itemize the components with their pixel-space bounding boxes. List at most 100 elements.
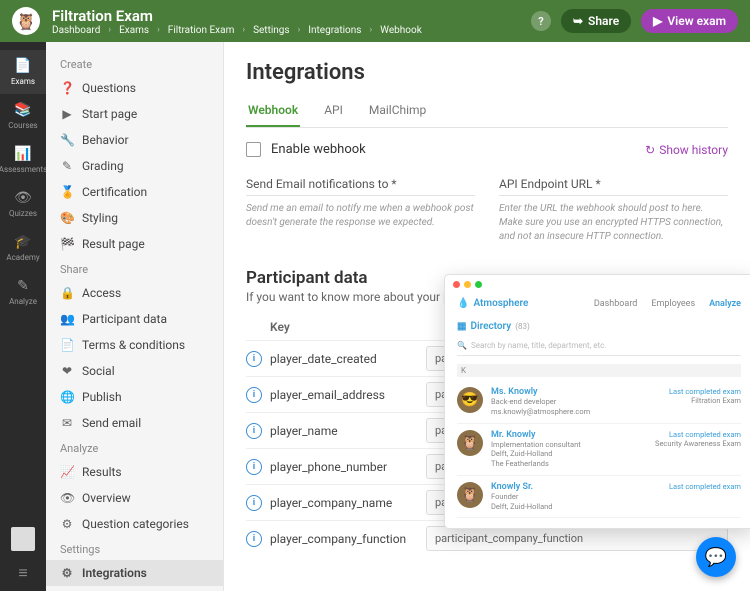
sidebar-item-send-email[interactable]: ✉Send email (46, 410, 223, 436)
sidebar-item-publish[interactable]: 🌐Publish (46, 384, 223, 410)
academy-icon: 🎓 (14, 234, 31, 250)
tabs: Webhook API MailChimp (246, 95, 728, 128)
chat-icon: 💬 (705, 547, 727, 568)
sidebar-item-grading[interactable]: ✎Grading (46, 153, 223, 179)
sidebar-item-styling[interactable]: 🎨Styling (46, 205, 223, 231)
help-button[interactable]: ? (531, 11, 551, 31)
overlay-nav: Dashboard Employees Analyze (594, 299, 741, 309)
sidebar-item-label: Question categories (82, 517, 189, 531)
sidebar-group-title: Share (46, 257, 223, 280)
sidebar-item-label: Styling (82, 211, 118, 225)
rail-item-quizzes[interactable]: 👁Quizzes (0, 182, 46, 226)
overlay-nav-item[interactable]: Analyze (709, 299, 741, 309)
droplet-icon: 💧 (457, 298, 469, 309)
enable-webhook-checkbox[interactable] (246, 142, 261, 157)
rail-item-academy[interactable]: 🎓 Academy (0, 226, 46, 270)
exams-icon: 📄 (14, 58, 31, 74)
breadcrumb-item[interactable]: Webhook (380, 25, 422, 36)
row-key: player_company_name (270, 496, 426, 510)
breadcrumb-item[interactable]: Settings (253, 25, 290, 36)
sidebar-item-label: Participant data (82, 312, 167, 326)
overlay-nav-item[interactable]: Dashboard (594, 299, 638, 309)
rail-label: Academy (6, 253, 39, 262)
avatar: 🦉 (457, 430, 483, 456)
sidebar-item-certification[interactable]: 🏅Certification (46, 179, 223, 205)
tab-api[interactable]: API (322, 95, 345, 127)
row-label-input[interactable] (426, 526, 728, 551)
directory-heading[interactable]: ▦Directory (83) (457, 321, 741, 332)
page-title: Integrations (246, 60, 728, 85)
sidebar-item-questions[interactable]: ❓Questions (46, 75, 223, 101)
sidebar-item-icon: ✎ (60, 159, 74, 173)
sidebar-item-results[interactable]: 📈Results (46, 459, 223, 485)
sidebar-item-start-page[interactable]: ▶Start page (46, 101, 223, 127)
tab-webhook[interactable]: Webhook (246, 95, 300, 127)
chat-fab[interactable]: 💬 (696, 537, 736, 577)
rail-item-exams[interactable]: 📄 Exams (0, 50, 46, 94)
rail-label: Exams (11, 77, 35, 86)
sidebar-item-label: Terms & conditions (82, 338, 185, 352)
view-exam-button[interactable]: ▶View exam (641, 9, 738, 33)
row-key: player_company_function (270, 532, 426, 546)
info-icon[interactable]: i (246, 423, 262, 439)
info-icon[interactable]: i (246, 495, 262, 511)
sidebar-item-notifications[interactable]: 🔔Notifications (46, 586, 223, 591)
chevron-right-icon: › (242, 25, 245, 35)
sidebar-item-overview[interactable]: 👁 Overview (46, 485, 223, 511)
app-logo[interactable]: 🦉 (12, 7, 40, 35)
sidebar-item-integrations[interactable]: ⚙Integrations (46, 560, 223, 586)
sidebar-item-result-page[interactable]: 🏁Result page (46, 231, 223, 257)
sidebar-item-icon: ⚙ (60, 517, 74, 531)
rail-label: Courses (8, 121, 37, 130)
person-row[interactable]: 🦉Mr. KnowlyImplementation consultantDelf… (457, 424, 741, 476)
info-icon[interactable]: i (246, 459, 262, 475)
menu-icon[interactable]: ≡ (18, 563, 27, 583)
breadcrumb-item[interactable]: Dashboard (52, 25, 100, 36)
person-meta: Back-end developerms.knowly@atmosphere.c… (491, 397, 661, 417)
sidebar-item-label: Start page (82, 107, 137, 121)
sidebar-item-label: Send email (82, 416, 141, 430)
search-icon: 🔍 (457, 341, 467, 350)
sidebar-item-question-categories[interactable]: ⚙ Question categories (46, 511, 223, 537)
overlay-search[interactable]: 🔍Search by name, title, department, etc. (457, 338, 741, 356)
sidebar-item-icon: 👁 (60, 491, 74, 505)
breadcrumb-item[interactable]: Integrations (308, 25, 361, 36)
sidebar-item-terms-conditions[interactable]: 📄Terms & conditions (46, 332, 223, 358)
sidebar-item-icon: 🔒 (60, 286, 74, 300)
close-dot[interactable] (453, 281, 460, 288)
letter-divider: K (457, 364, 741, 377)
sidebar-item-behavior[interactable]: 🔧Behavior (46, 127, 223, 153)
person-row[interactable]: 😎Ms. KnowlyBack-end developerms.knowly@a… (457, 381, 741, 424)
sidebar-item-label: Overview (82, 491, 131, 505)
max-dot[interactable] (475, 281, 482, 288)
last-exam-label: Last completed exam (669, 387, 741, 396)
rail-item-courses[interactable]: 📚Courses (0, 94, 46, 138)
overlay-nav-item[interactable]: Employees (651, 299, 695, 309)
sidebar-item-participant-data[interactable]: 👥Participant data (46, 306, 223, 332)
info-icon[interactable]: i (246, 351, 262, 367)
sidebar-group-title: Analyze (46, 436, 223, 459)
info-icon[interactable]: i (246, 387, 262, 403)
tab-mailchimp[interactable]: MailChimp (367, 95, 428, 127)
show-history-link[interactable]: ↻Show history (645, 143, 728, 157)
rail-item-assessments[interactable]: 📊Assessments (0, 138, 46, 182)
breadcrumb-item[interactable]: Filtration Exam (168, 25, 235, 36)
sidebar-group-title: Create (46, 52, 223, 75)
sidebar-item-access[interactable]: 🔒Access (46, 280, 223, 306)
rail-item-analyze[interactable]: ✎Analyze (0, 270, 46, 314)
nav-rail: 📄 Exams 📚Courses📊Assessments👁Quizzes 🎓 Acade… (0, 42, 46, 591)
user-avatar[interactable] (11, 527, 35, 551)
play-icon: ▶ (653, 14, 662, 28)
row-key: player_name (270, 424, 426, 438)
min-dot[interactable] (464, 281, 471, 288)
sidebar-item-social[interactable]: ❤Social (46, 358, 223, 384)
chevron-right-icon: › (157, 25, 160, 35)
breadcrumb-item[interactable]: Exams (119, 25, 149, 36)
person-row[interactable]: 🦉Knowly Sr.FounderDelft, Zuid-HollandLas… (457, 476, 741, 519)
sidebar-item-icon: ⚙ (60, 566, 74, 580)
info-icon[interactable]: i (246, 531, 262, 547)
share-button[interactable]: ➥Share (561, 9, 631, 33)
person-name: Mr. Knowly (491, 430, 647, 440)
sidebar-item-icon: ❤ (60, 364, 74, 378)
row-key: player_phone_number (270, 460, 426, 474)
